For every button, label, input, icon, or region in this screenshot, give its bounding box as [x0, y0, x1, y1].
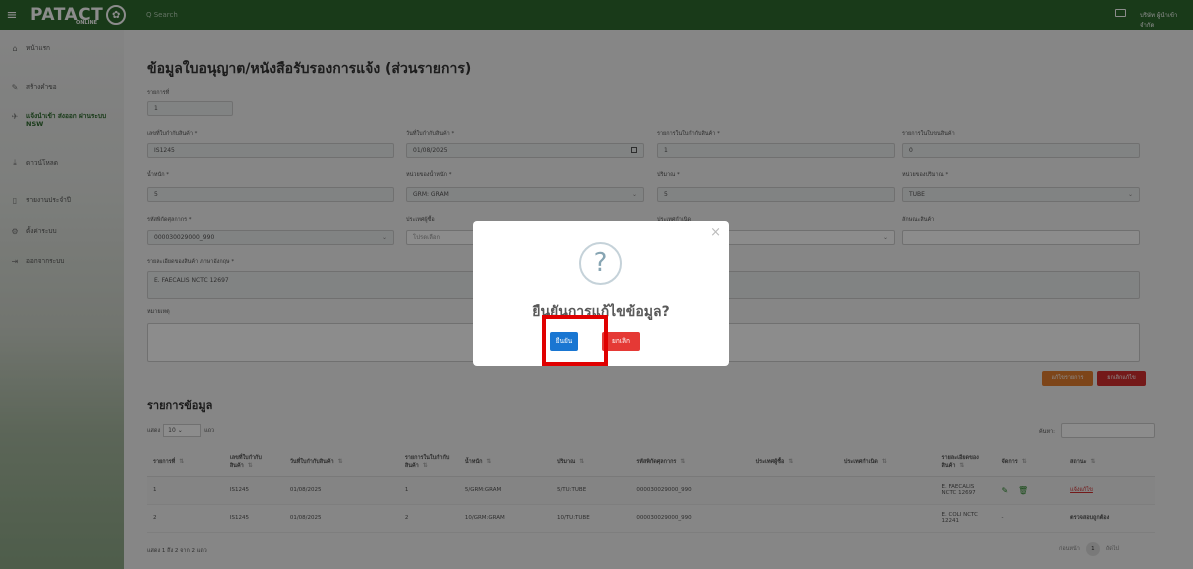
close-icon[interactable]: × [710, 225, 721, 240]
confirm-highlight-box [542, 315, 608, 366]
question-icon: ? [579, 242, 622, 285]
